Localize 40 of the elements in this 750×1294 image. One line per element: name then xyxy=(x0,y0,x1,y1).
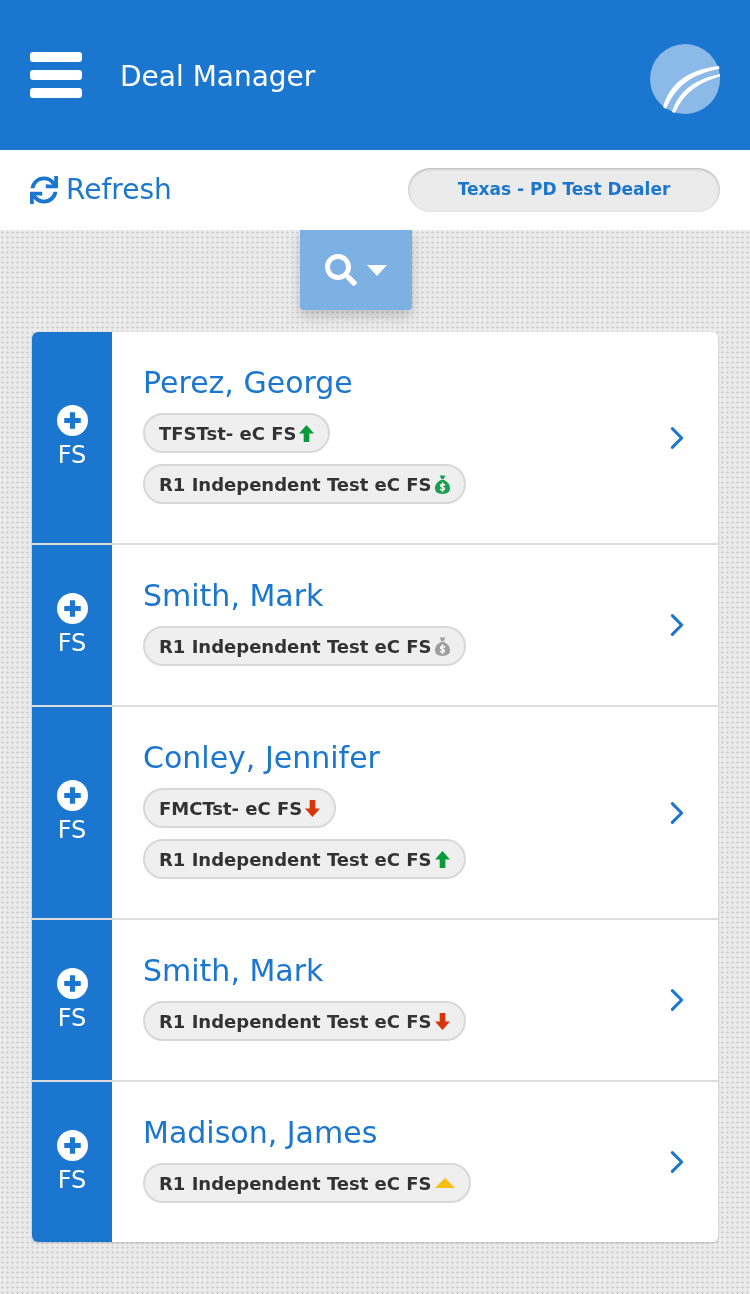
add-product-button[interactable]: FS xyxy=(32,707,112,918)
add-product-button[interactable]: FS xyxy=(32,920,112,1080)
tag-label: TFSTst- eC FS xyxy=(159,421,297,446)
tag-label: FMCTst- eC FS xyxy=(159,796,303,821)
chevron-right-icon[interactable] xyxy=(670,800,684,825)
dealer-selector[interactable]: Texas - PD Test Dealer xyxy=(408,168,720,212)
chevron-right-icon[interactable] xyxy=(670,988,684,1012)
deal-row[interactable]: FS Smith, Mark R1 Independent Test eC FS xyxy=(32,545,718,707)
app-title: Deal Manager xyxy=(120,59,316,95)
customer-name: Smith, Mark xyxy=(143,952,324,990)
deal-row[interactable]: FS Conley, Jennifer FMCTst- eC FS R1 Independent Test eC FS xyxy=(32,707,718,920)
add-product-button[interactable]: FS xyxy=(32,332,112,543)
logo-icon xyxy=(650,44,720,114)
tag-label: R1 Independent Test eC FS xyxy=(159,634,432,659)
customer-name: Perez, George xyxy=(143,364,353,402)
menu-icon[interactable] xyxy=(30,52,82,98)
deal-row[interactable]: FS Perez, George TFSTst- eC FS R1 Independent Test eC FS xyxy=(32,332,718,545)
plus-circle-icon xyxy=(56,405,88,436)
caret-icon xyxy=(367,264,387,276)
customer-name: Smith, Mark xyxy=(143,577,324,615)
add-product-button[interactable]: FS xyxy=(32,545,112,705)
chevron-right-icon[interactable] xyxy=(670,1150,684,1174)
search-icon xyxy=(325,254,357,286)
tag-label: R1 Independent Test eC FS xyxy=(159,1171,432,1196)
refresh-button[interactable]: Refresh xyxy=(30,169,172,211)
deal-row[interactable]: FS Smith, Mark R1 Independent Test eC FS xyxy=(32,920,718,1082)
plus-circle-icon xyxy=(56,1129,88,1161)
plus-circle-icon xyxy=(56,967,88,999)
chevron-right-icon[interactable] xyxy=(670,613,684,637)
plus-circle-icon xyxy=(56,592,88,624)
deal-row[interactable]: FS Madison, James R1 Independent Test eC FS xyxy=(32,1082,718,1242)
customer-name: Madison, James xyxy=(143,1114,378,1152)
tag-label: R1 Independent Test eC FS xyxy=(159,847,432,872)
chevron-right-icon[interactable] xyxy=(670,425,684,450)
tag-label: R1 Independent Test eC FS xyxy=(159,472,432,497)
add-product-button[interactable]: FS xyxy=(32,1082,112,1242)
plus-circle-icon xyxy=(56,780,88,811)
refresh-icon xyxy=(30,176,58,204)
tag-label: R1 Independent Test eC FS xyxy=(159,1009,432,1034)
customer-name: Conley, Jennifer xyxy=(143,739,380,777)
